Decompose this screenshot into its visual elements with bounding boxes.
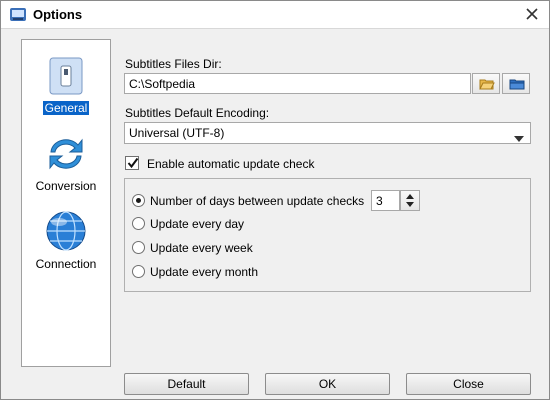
- radio-label-every-week: Update every week: [150, 241, 253, 255]
- options-dialog: Options General Conversion Connection Su…: [0, 0, 550, 400]
- encoding-select[interactable]: Universal (UTF-8): [124, 122, 531, 144]
- nav-label-conversion: Conversion: [35, 179, 97, 193]
- encoding-value: Universal (UTF-8): [129, 126, 225, 140]
- encoding-label: Subtitles Default Encoding:: [125, 106, 270, 120]
- folder-icon: [509, 79, 525, 90]
- checkmark-icon: [127, 157, 139, 169]
- default-button[interactable]: Default: [124, 373, 249, 395]
- radio-label-days-between: Number of days between update checks: [150, 194, 365, 208]
- chevron-down-icon: [514, 131, 524, 145]
- explore-folder-button[interactable]: [502, 73, 530, 94]
- radio-label-every-month: Update every month: [150, 265, 259, 279]
- close-icon[interactable]: [525, 7, 539, 21]
- nav-label-general: General: [42, 101, 90, 115]
- refresh-arrows-icon: [22, 134, 110, 177]
- nav-label-connection: Connection: [35, 257, 97, 271]
- nav-item-general[interactable]: General: [22, 56, 110, 115]
- browse-folder-button[interactable]: [472, 73, 500, 94]
- ok-button[interactable]: OK: [265, 373, 390, 395]
- radio-every-week[interactable]: [132, 241, 145, 254]
- switch-icon: [22, 56, 110, 99]
- subtitles-dir-input[interactable]: C:\Softpedia: [124, 73, 471, 94]
- open-folder-icon: [479, 79, 495, 90]
- days-spinbox-buttons[interactable]: [400, 190, 420, 211]
- auto-update-label: Enable automatic update check: [147, 157, 315, 171]
- auto-update-checkbox[interactable]: [125, 156, 139, 170]
- close-button[interactable]: Close: [406, 373, 531, 395]
- window-title: Options: [33, 7, 83, 22]
- subtitles-dir-label: Subtitles Files Dir:: [125, 57, 222, 71]
- nav-item-conversion[interactable]: Conversion: [22, 134, 110, 193]
- globe-icon: [22, 210, 110, 255]
- nav-item-connection[interactable]: Connection: [22, 210, 110, 271]
- radio-every-day[interactable]: [132, 217, 145, 230]
- options-window-icon: [9, 6, 27, 24]
- title-bar: Options: [1, 1, 549, 29]
- up-down-arrows-icon: [406, 194, 414, 207]
- category-list: General Conversion Connection: [21, 39, 111, 367]
- days-spinbox-input[interactable]: 3: [371, 190, 400, 211]
- radio-label-every-day: Update every day: [150, 217, 245, 231]
- radio-days-between[interactable]: [132, 194, 145, 207]
- radio-every-month[interactable]: [132, 265, 145, 278]
